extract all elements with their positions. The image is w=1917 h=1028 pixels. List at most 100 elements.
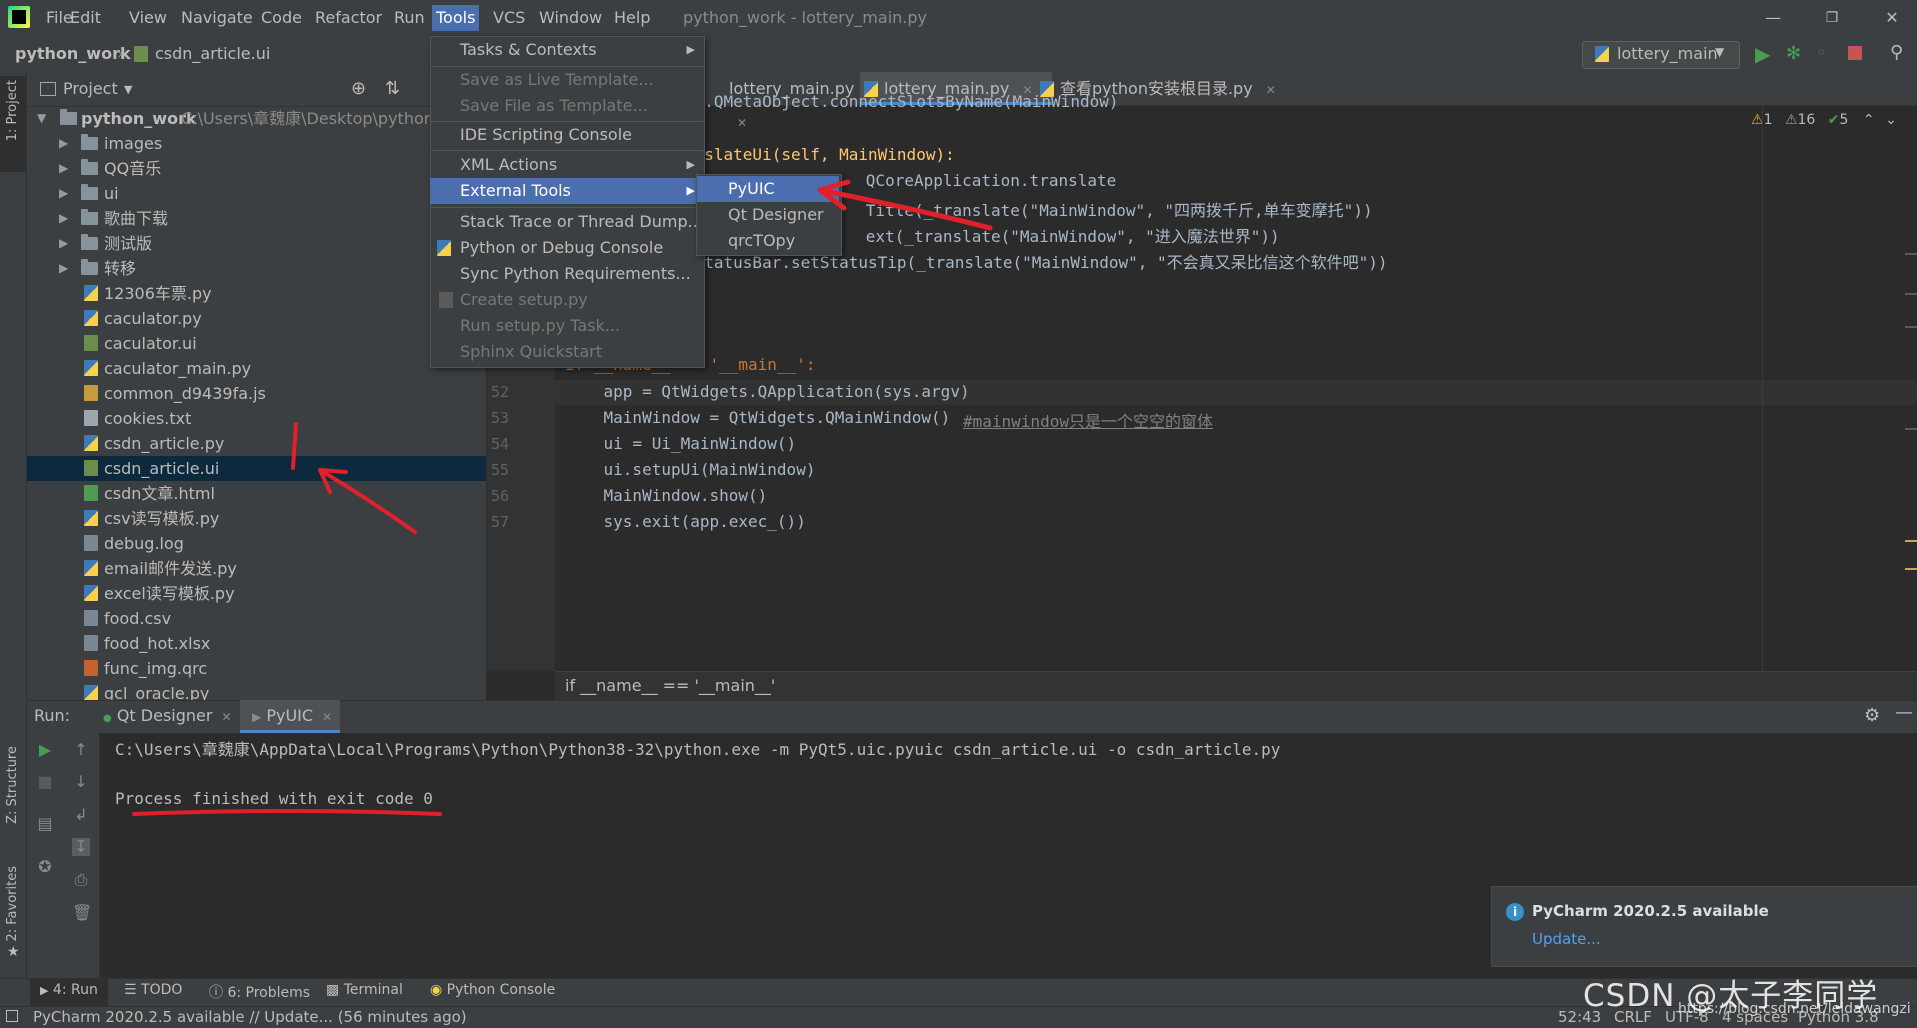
gear-icon[interactable]: ⚙	[1864, 705, 1880, 726]
code-comment[interactable]: #mainwindow只是一个空空的窗体	[963, 408, 1213, 432]
toolwin-todo[interactable]: ☰ TODO	[124, 982, 182, 998]
coverage-icon[interactable]: ◦	[1816, 43, 1827, 64]
layout-icon[interactable]: ▤	[36, 815, 54, 833]
code-line[interactable]: slateUi(self, MainWindow):	[685, 145, 954, 164]
menu-navigate[interactable]: Navigate	[179, 5, 255, 31]
search-icon[interactable]: ⚲	[1890, 42, 1903, 63]
menu-window[interactable]: Window	[537, 5, 604, 31]
tree-folder[interactable]: ▶ images	[27, 131, 486, 156]
dropdown-arrow-icon[interactable]: ▼	[124, 83, 132, 96]
status-message[interactable]: PyCharm 2020.2.5 available // Update... …	[33, 1008, 467, 1026]
tree-folder[interactable]: ▶ 测试版	[27, 231, 486, 256]
tree-file[interactable]: caculator.py	[27, 306, 486, 331]
soft-wrap-icon[interactable]: ↲	[72, 806, 90, 824]
code-line[interactable]: ui = Ui_MainWindow()	[565, 434, 797, 453]
tree-folder[interactable]: ▶ QQ音乐	[27, 156, 486, 181]
hide-panel-icon[interactable]: —	[1895, 702, 1913, 723]
code-line[interactable]: MainWindow.show()	[565, 486, 768, 505]
arrow-up-icon[interactable]: ↑	[72, 741, 90, 759]
menu-sync-requirements[interactable]: Sync Python Requirements...	[430, 261, 703, 287]
stop-icon[interactable]: ■	[36, 773, 54, 791]
menu-stack-trace[interactable]: Stack Trace or Thread Dump...	[430, 209, 703, 235]
close-tab-icon[interactable]: ✕	[737, 116, 747, 130]
code-line[interactable]: ui.setupUi(MainWindow)	[565, 460, 816, 479]
chevron-down-icon[interactable]: ⌄	[1885, 112, 1897, 128]
menu-edit[interactable]: Edit	[68, 5, 103, 31]
collapse-all-icon[interactable]: ⇅	[385, 78, 400, 99]
arrow-down-icon[interactable]: ↓	[72, 773, 90, 791]
pin-icon[interactable]: ✪	[36, 858, 54, 876]
py-file-icon	[84, 435, 98, 451]
menu-xml-actions[interactable]: XML Actions ▶	[430, 152, 703, 178]
structure-tool-tab[interactable]: Z: Structure	[5, 746, 20, 824]
tree-folder[interactable]: ▶ 歌曲下载	[27, 206, 486, 231]
close-tab-icon[interactable]: ✕	[322, 710, 332, 724]
toolwin-run[interactable]: ▶ 4: Run	[40, 982, 98, 998]
notification-update-link[interactable]: Update...	[1532, 930, 1601, 948]
menu-tools[interactable]: Tools	[432, 5, 480, 31]
tree-file[interactable]: caculator.ui	[27, 331, 486, 356]
code-line[interactable]: MainWindow = QtWidgets.QMainWindow()	[565, 408, 951, 427]
file-label: cookies.txt	[104, 409, 192, 428]
breadcrumb-file[interactable]: csdn_article.ui	[155, 44, 270, 63]
menu-help[interactable]: Help	[612, 5, 652, 31]
menu-tasks-contexts[interactable]: Tasks & Contexts ▶	[430, 37, 703, 63]
menu-ide-scripting-console[interactable]: IDE Scripting Console	[430, 122, 703, 148]
chevron-up-icon[interactable]: ⌃	[1863, 112, 1875, 128]
tree-file[interactable]: email邮件发送.py	[27, 556, 486, 581]
menu-vcs[interactable]: VCS	[491, 5, 527, 31]
inspection-widget[interactable]: ⚠1 ⚠16 ✔5 ⌃ ⌄	[1751, 112, 1897, 128]
tree-file[interactable]: common_d9439fa.js	[27, 381, 486, 406]
menu-view[interactable]: View	[127, 5, 169, 31]
menu-refactor[interactable]: Refactor	[313, 5, 384, 31]
favorites-tool-tab[interactable]: 2: Favorites	[5, 866, 20, 942]
run-icon[interactable]: ▶	[1755, 42, 1770, 66]
close-icon[interactable]: ✕	[1880, 6, 1904, 30]
menu-external-tools[interactable]: External Tools ▶	[430, 178, 703, 204]
restore-icon[interactable]: ❐	[1820, 6, 1844, 30]
menu-save-file-template[interactable]: Save File as Template...	[430, 93, 703, 119]
trash-icon[interactable]: 🗑	[72, 904, 92, 922]
scroll-to-end-icon[interactable]: ↧	[72, 838, 90, 856]
tree-folder[interactable]: ▶ 转移	[27, 256, 486, 281]
menu-save-live-template[interactable]: Save as Live Template...	[430, 67, 703, 93]
editor-breadcrumb[interactable]: if __name__ == '__main__'	[555, 671, 1917, 700]
print-icon[interactable]: ⎙	[72, 871, 90, 889]
tree-file[interactable]: 12306车票.py	[27, 281, 486, 306]
tree-folder[interactable]: ▶ ui	[27, 181, 486, 206]
root-path: C:\Users\章魏康\Desktop\python_	[181, 109, 442, 128]
locate-target-icon[interactable]: ⊕	[351, 78, 366, 99]
code-line[interactable]: app = QtWidgets.QApplication(sys.argv)	[565, 382, 970, 401]
close-tab-icon[interactable]: ✕	[222, 710, 232, 724]
run-tab-qt-designer[interactable]: ● Qt Designer ✕	[103, 706, 232, 725]
tree-file[interactable]: func_img.qrc	[27, 656, 486, 681]
file-label: csdn文章.html	[104, 484, 215, 503]
breadcrumb-project[interactable]: python_work	[15, 44, 131, 63]
tree-file[interactable]: caculator_main.py	[27, 356, 486, 381]
status-toggle-icon[interactable]	[6, 1010, 18, 1022]
toolwin-problems[interactable]: ⓘ 6: Problems	[209, 982, 310, 1002]
tree-file[interactable]: food_hot.xlsx	[27, 631, 486, 656]
code-line[interactable]: sys.exit(app.exec_())	[565, 512, 806, 531]
menu-run[interactable]: Run	[392, 5, 427, 31]
rerun-icon[interactable]: ▶	[36, 741, 54, 759]
project-tool-tab[interactable]: 1: Project	[5, 80, 20, 141]
tree-file[interactable]: excel读写模板.py	[27, 581, 486, 606]
tree-root[interactable]: ▼ python_work C:\Users\章魏康\Desktop\pytho…	[27, 106, 486, 131]
menu-sphinx-quickstart[interactable]: Sphinx Quickstart	[430, 339, 703, 365]
file-label: 12306车票.py	[104, 284, 212, 303]
stop-icon[interactable]	[1848, 46, 1862, 60]
project-panel-title[interactable]: Project	[63, 79, 118, 98]
toolwin-terminal[interactable]: ▩ Terminal	[326, 982, 403, 998]
run-tab-pyuic[interactable]: ▶ PyUIC ✕	[252, 706, 332, 725]
code-line[interactable]: .QMetaObject.connectSlotsByName(MainWind…	[685, 92, 1118, 111]
close-tab-icon[interactable]: ✕	[1266, 83, 1276, 97]
minimize-icon[interactable]: —	[1761, 6, 1785, 30]
menu-create-setup[interactable]: Create setup.py	[430, 287, 703, 313]
menu-python-console[interactable]: Python or Debug Console	[430, 235, 703, 261]
toolwin-python-console[interactable]: ◉ Python Console	[430, 982, 555, 998]
menu-run-setup-task[interactable]: Run setup.py Task...	[430, 313, 703, 339]
tree-file[interactable]: food.csv	[27, 606, 486, 631]
debug-bug-icon[interactable]: ✻	[1786, 43, 1801, 64]
menu-code[interactable]: Code	[259, 5, 304, 31]
